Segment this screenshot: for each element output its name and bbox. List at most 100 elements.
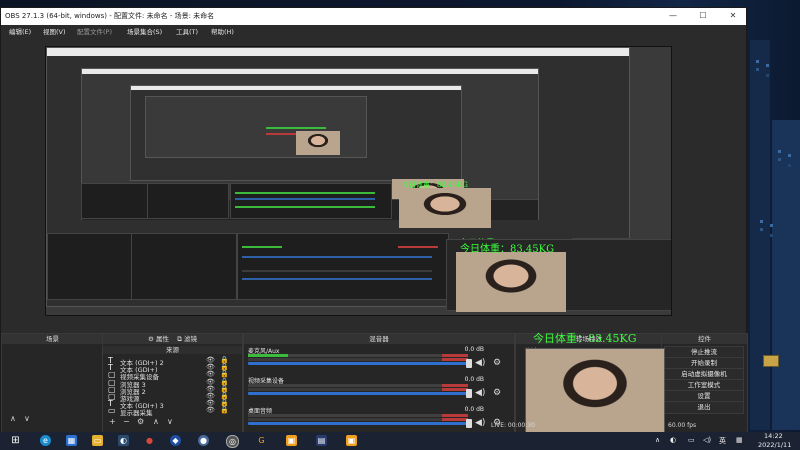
nested-meter xyxy=(235,206,375,208)
volume-slider[interactable] xyxy=(248,419,472,428)
channel-gear-icon[interactable]: ⚙ xyxy=(493,388,501,398)
nested-slider xyxy=(242,256,432,258)
nested-slider xyxy=(235,198,375,200)
volume-slider[interactable] xyxy=(248,359,472,368)
nested-webcam xyxy=(456,252,566,312)
windows-store-icon[interactable]: ▦ xyxy=(66,435,77,446)
nested-meter xyxy=(398,246,438,248)
steam-icon[interactable]: ◐ xyxy=(118,435,129,446)
close-button[interactable]: ✕ xyxy=(726,10,740,22)
scene-down-icon[interactable]: ∨ xyxy=(24,414,30,423)
ime-icon[interactable]: ▦ xyxy=(736,436,743,444)
volume-icon[interactable]: ◁) xyxy=(703,436,711,444)
nested-mixer-dock xyxy=(230,183,392,219)
scene-up-icon[interactable]: ∧ xyxy=(10,414,16,423)
menu-view[interactable]: 视图(V) xyxy=(43,26,66,36)
scenes-title: 场景 xyxy=(2,334,103,344)
level-meter-red-zone xyxy=(441,354,468,357)
source-item[interactable]: ▭ 显示器采集 👁 🔒 xyxy=(106,406,234,417)
edge-browser-icon[interactable]: e xyxy=(40,435,51,446)
maximize-button[interactable]: ☐ xyxy=(696,10,710,22)
source-settings-icon[interactable]: ⚙ xyxy=(137,417,144,426)
level-meter xyxy=(248,388,468,391)
taskbar: ⊞ e ▦ ▭ ◐ ● ◆ ● ◎ G ▣ ▤ ▣ ∧ ◐ ▭ ◁) 英 ▦ 1… xyxy=(0,432,800,450)
minimize-button[interactable]: — xyxy=(666,10,680,22)
volume-slider-knob[interactable] xyxy=(466,359,472,368)
nested-title-bar xyxy=(131,86,461,90)
channel-db: 0.0 dB xyxy=(464,376,484,383)
source-down-icon[interactable]: ∨ xyxy=(167,417,173,426)
menu-scene-collection[interactable]: 场景集合(S) xyxy=(127,26,162,36)
speaker-icon[interactable]: ◀) xyxy=(475,388,485,398)
app-icon-dark[interactable]: ▤ xyxy=(316,435,327,446)
mixer-dock: 混音器 麦克风/Aux 0.0 dB ◀) ⚙ 视频采集设备 0.0 dB ◀) ⚙ 桌面音频 0… xyxy=(243,333,515,438)
mixer-channel: 麦克风/Aux 0.0 dB ◀) ⚙ xyxy=(248,346,506,373)
mixer-channel: 桌面音频 0.0 dB ◀) ⚙ xyxy=(248,406,506,433)
remove-source-icon[interactable]: − xyxy=(123,417,130,426)
nested-title-bar xyxy=(47,48,629,56)
nested-scenes-dock xyxy=(47,233,139,300)
app-icon-orange2[interactable]: ▣ xyxy=(346,435,357,446)
properties-label: 属性 xyxy=(155,335,169,343)
webcam-capture xyxy=(525,348,665,436)
level-meter xyxy=(248,414,468,417)
volume-slider[interactable] xyxy=(248,389,472,398)
channel-db: 0.0 dB xyxy=(464,406,484,413)
filters-button[interactable]: ⧉ 滤镜 xyxy=(177,335,197,343)
menu-help[interactable]: 帮助(H) xyxy=(211,26,234,36)
weight-overlay-text: 今日体重：83.45KG xyxy=(533,332,637,345)
tray-arrow-icon[interactable]: ∧ xyxy=(655,436,660,444)
volume-slider-knob[interactable] xyxy=(466,419,472,428)
start-windows-icon[interactable]: ⊞ xyxy=(10,435,21,446)
nested-scenes-dock xyxy=(81,183,149,219)
window-title: OBS 27.1.3 (64-bit, windows) - 配置文件: 未命名… xyxy=(5,12,215,20)
level-meter xyxy=(248,354,468,357)
speaker-icon[interactable]: ◀) xyxy=(475,358,485,368)
building-lights xyxy=(760,220,763,223)
lock-icon[interactable]: 🔒 xyxy=(220,406,229,414)
building-lights xyxy=(778,150,781,153)
control-button[interactable]: 退出 xyxy=(664,401,744,414)
properties-button[interactable]: ⚙ 属性 xyxy=(148,335,169,343)
nested-webcam xyxy=(399,188,491,228)
nested-webcam xyxy=(296,131,340,155)
mixer-title: 混音器 xyxy=(244,334,514,344)
title-bar: OBS 27.1.3 (64-bit, windows) - 配置文件: 未命名… xyxy=(1,8,746,25)
app-icon-globe[interactable]: ● xyxy=(198,435,209,446)
nested-meter xyxy=(266,127,326,129)
menu-profile[interactable]: 配置文件(P) xyxy=(77,26,112,36)
menu-edit[interactable]: 编辑(E) xyxy=(9,26,31,36)
channel-db: 0.0 dB xyxy=(464,346,484,353)
sources-dock: ⚙ 属性 ⧉ 滤镜 来源 T 文本 (GDI+) 2 👁 🔒 T 文本 (GDI+) 👁 🔒 ▢… xyxy=(102,333,243,438)
clock-date[interactable]: 2022/1/11 xyxy=(758,441,791,449)
menu-tools[interactable]: 工具(T) xyxy=(176,26,198,36)
preview-canvas[interactable]: 今日体重：83.45KG 今日体重：83.45KG 今日体重：83.45KG xyxy=(45,46,672,316)
network-icon[interactable]: ▭ xyxy=(688,436,695,444)
ime-indicator[interactable]: 英 xyxy=(719,436,726,446)
nested-weight-overlay: 今日体重：83.45KG xyxy=(402,181,468,189)
add-source-icon[interactable]: + xyxy=(109,417,116,426)
file-explorer-icon[interactable]: ▭ xyxy=(92,435,103,446)
level-meter-red-zone xyxy=(441,414,468,417)
tray-steam-icon[interactable]: ◐ xyxy=(670,436,676,444)
level-meter xyxy=(248,384,468,387)
scenes-dock: 场景 ∧ ∨ xyxy=(1,333,104,438)
visibility-eye-icon[interactable]: 👁 xyxy=(206,406,215,414)
app-icon-orange[interactable]: ▣ xyxy=(286,435,297,446)
source-up-icon[interactable]: ∧ xyxy=(153,417,159,426)
volume-slider-knob[interactable] xyxy=(466,389,472,398)
building-lights xyxy=(756,60,759,63)
clock-time[interactable]: 14:22 xyxy=(764,432,783,440)
nested-weight-overlay: 今日体重：83.45KG xyxy=(460,244,555,255)
channel-gear-icon[interactable]: ⚙ xyxy=(493,358,501,368)
source-type-icon: ▭ xyxy=(108,406,116,416)
app-icon-g[interactable]: G xyxy=(256,435,267,446)
app-icon-blue[interactable]: ◆ xyxy=(170,435,181,446)
level-meter-red-zone xyxy=(441,358,468,361)
app-icon-red[interactable]: ● xyxy=(144,435,155,446)
speaker-icon[interactable]: ◀) xyxy=(475,418,485,428)
desktop-shortcut-icon[interactable] xyxy=(763,355,779,367)
obs-icon[interactable]: ◎ xyxy=(226,435,239,448)
nested-meter xyxy=(235,192,375,194)
source-toolbar: ⚙ 属性 ⧉ 滤镜 xyxy=(103,334,242,344)
